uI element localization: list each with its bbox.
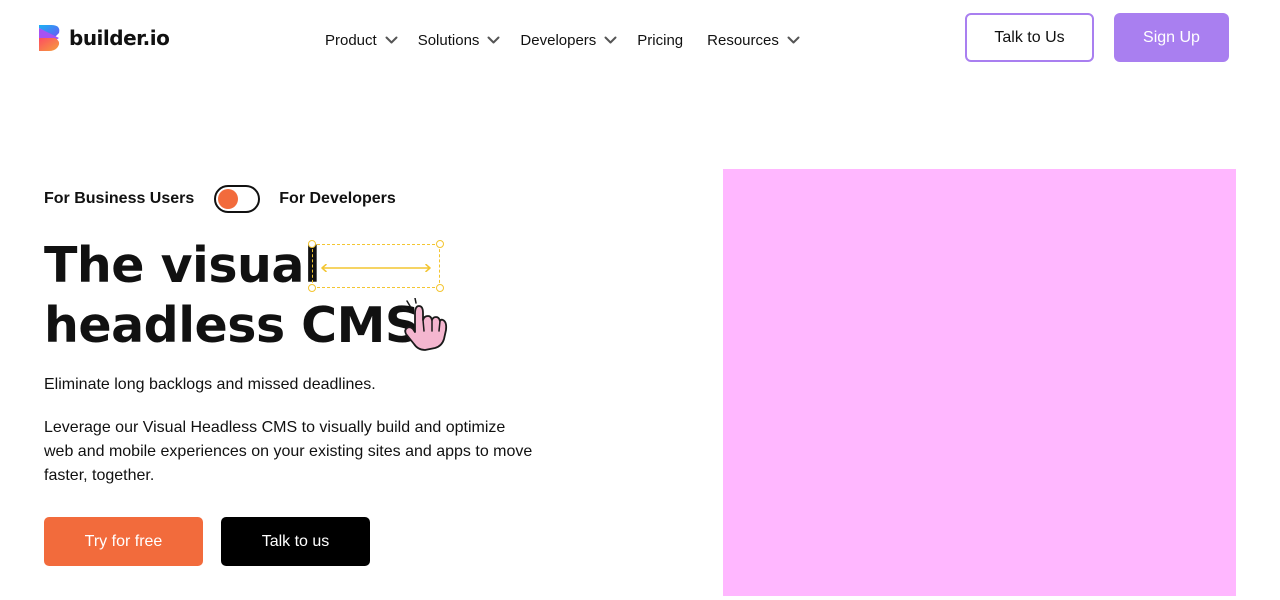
nav-item-product[interactable]: Product — [325, 28, 398, 52]
hero-media-panel — [723, 169, 1236, 596]
selection-handle — [308, 284, 316, 292]
nav-item-label: Developers — [520, 31, 597, 49]
double-arrow-icon — [321, 264, 431, 272]
selection-box-decoration — [308, 240, 444, 292]
talk-to-us-button[interactable]: Talk to Us — [965, 13, 1094, 62]
hero-subhead: Eliminate long backlogs and missed deadl… — [44, 376, 376, 393]
logo-text: builder.io — [69, 26, 170, 50]
audience-toggle[interactable] — [214, 185, 261, 213]
site-header: builder.io Product Solutions Developers … — [0, 0, 1280, 80]
sign-up-button[interactable]: Sign Up — [1114, 13, 1229, 62]
main-nav: Product Solutions Developers Pricing Res… — [325, 28, 820, 52]
nav-item-solutions[interactable]: Solutions — [418, 28, 501, 52]
nav-item-label: Resources — [707, 31, 779, 49]
try-for-free-button[interactable]: Try for free — [44, 517, 203, 566]
talk-to-us-cta-button[interactable]: Talk to us — [221, 517, 370, 566]
chevron-down-icon — [787, 36, 800, 43]
selection-handle — [308, 240, 316, 248]
chevron-down-icon — [385, 36, 398, 43]
nav-item-label: Product — [325, 31, 377, 49]
selection-handle — [436, 240, 444, 248]
nav-item-pricing[interactable]: Pricing — [637, 28, 683, 52]
logo[interactable]: builder.io — [37, 24, 170, 52]
nav-item-resources[interactable]: Resources — [707, 28, 800, 52]
nav-item-label: Pricing — [637, 31, 684, 49]
nav-item-developers[interactable]: Developers — [520, 28, 617, 52]
selection-handle — [436, 284, 444, 292]
headline-line-2: headless CMS — [44, 297, 420, 354]
nav-item-label: Solutions — [417, 31, 480, 49]
pointer-hand-icon — [401, 298, 448, 351]
toggle-knob — [218, 189, 239, 209]
chevron-down-icon — [604, 36, 617, 43]
builder-logo-icon — [39, 25, 60, 51]
toggle-label-business[interactable]: For Business Users — [44, 190, 194, 208]
chevron-down-icon — [487, 36, 500, 43]
toggle-label-developers[interactable]: For Developers — [279, 190, 395, 208]
hero-paragraph: Leverage our Visual Headless CMS to visu… — [44, 419, 533, 484]
audience-toggle-row: For Business Users For Developers — [44, 184, 396, 214]
